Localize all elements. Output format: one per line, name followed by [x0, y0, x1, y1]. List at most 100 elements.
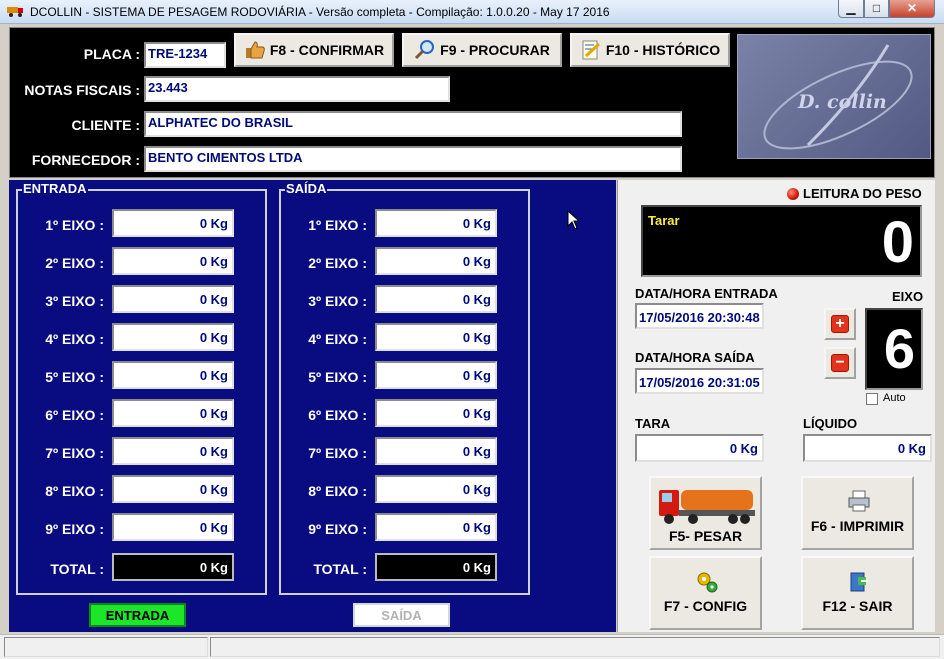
- eixo-value: 6: [883, 317, 915, 380]
- saida-axle-6-label: 6º EIXO :: [308, 407, 367, 423]
- entrada-axle-7-label: 7º EIXO :: [45, 445, 104, 461]
- entrada-datetime-field[interactable]: 17/05/2016 20:30:48: [635, 303, 764, 329]
- minus-icon: −: [831, 354, 849, 372]
- exit-door-icon: [850, 572, 868, 592]
- entrada-group-title: ENTRADA: [22, 181, 88, 196]
- saida-status-button[interactable]: SAÍDA: [353, 603, 450, 627]
- status-segment-1: [4, 637, 208, 657]
- display-value: 0: [881, 210, 914, 275]
- entrada-axle-8-field[interactable]: 0 Kg: [112, 475, 234, 503]
- window-title: DCOLLIN - SISTEMA DE PESAGEM RODOVIÁRIA …: [30, 5, 610, 19]
- placa-field[interactable]: TRE-1234: [144, 42, 226, 68]
- entrada-axle-3-label: 3º EIXO :: [45, 293, 104, 309]
- weight-display: Tarar 0: [641, 205, 922, 277]
- saida-axle-5-field[interactable]: 0 Kg: [375, 361, 497, 389]
- eixo-minus-button[interactable]: −: [824, 347, 856, 379]
- truck-app-icon: [7, 7, 23, 17]
- saida-datetime-field[interactable]: 17/05/2016 20:31:05: [635, 368, 764, 394]
- sair-button[interactable]: F12 - SAIR: [801, 556, 914, 630]
- saida-axle-4-field[interactable]: 0 Kg: [375, 323, 497, 351]
- tara-label: TARA: [635, 416, 671, 431]
- sair-label: F12 - SAIR: [822, 598, 893, 614]
- entrada-axle-9-label: 9º EIXO :: [45, 521, 104, 537]
- config-button[interactable]: F7 - CONFIG: [649, 556, 762, 630]
- saida-total-label: TOTAL :: [313, 561, 367, 577]
- truck-icon: [659, 490, 755, 524]
- fornecedor-label: FORNECEDOR :: [31, 152, 140, 168]
- saida-axle-1-label: 1º EIXO :: [308, 217, 367, 233]
- document-edit-icon: [582, 40, 600, 60]
- imprimir-button[interactable]: F6 - IMPRIMIR: [801, 476, 914, 550]
- entrada-axle-4-field[interactable]: 0 Kg: [112, 323, 234, 351]
- tara-field[interactable]: 0 Kg: [635, 434, 764, 462]
- entrada-datetime-label: DATA/HORA ENTRADA: [635, 286, 778, 301]
- notas-field[interactable]: 23.443: [144, 76, 450, 102]
- saida-datetime-label: DATA/HORA SAÍDA: [635, 350, 755, 365]
- historico-button[interactable]: F10 - HISTÓRICO: [570, 33, 730, 67]
- historico-label: F10 - HISTÓRICO: [605, 42, 721, 58]
- pesar-label: F5- PESAR: [668, 528, 743, 544]
- display-mode: Tarar: [648, 213, 680, 228]
- saida-group-title: SAÍDA: [285, 181, 328, 196]
- eixo-plus-button[interactable]: +: [824, 308, 856, 340]
- entrada-axle-9-field[interactable]: 0 Kg: [112, 513, 234, 541]
- saida-axle-8-label: 8º EIXO :: [308, 483, 367, 499]
- plus-icon: +: [831, 315, 849, 333]
- saida-axle-1-field[interactable]: 0 Kg: [375, 209, 497, 237]
- saida-axle-4-label: 4º EIXO :: [308, 331, 367, 347]
- entrada-axle-6-label: 6º EIXO :: [45, 407, 104, 423]
- entrada-status-button[interactable]: ENTRADA: [89, 603, 186, 627]
- entrada-total-label: TOTAL :: [50, 561, 104, 577]
- imprimir-label: F6 - IMPRIMIR: [810, 518, 905, 534]
- saida-axle-9-label: 9º EIXO :: [308, 521, 367, 537]
- entrada-axle-7-field[interactable]: 0 Kg: [112, 437, 234, 465]
- liquido-label: LÍQUIDO: [803, 416, 858, 431]
- saida-total-field: 0 Kg: [375, 553, 497, 581]
- minimize-button[interactable]: ▁: [838, 0, 864, 18]
- maximize-button[interactable]: □: [864, 0, 889, 18]
- status-segment-2: [210, 637, 940, 657]
- cliente-field[interactable]: ALPHATEC DO BRASIL: [144, 111, 682, 137]
- saida-axle-6-field[interactable]: 0 Kg: [375, 399, 497, 427]
- entrada-axle-1-label: 1º EIXO :: [45, 217, 104, 233]
- dcollin-logo: D. collin: [737, 34, 931, 159]
- pesar-button[interactable]: F5- PESAR: [649, 476, 762, 550]
- confirmar-label: F8 - CONFIRMAR: [269, 42, 385, 58]
- magnifier-icon: [415, 40, 435, 60]
- printer-icon: [848, 490, 870, 512]
- procurar-button[interactable]: F9 - PROCURAR: [402, 33, 562, 67]
- leitura-label: LEITURA DO PESO: [803, 186, 922, 201]
- entrada-axle-3-field[interactable]: 0 Kg: [112, 285, 234, 313]
- saida-axle-8-field[interactable]: 0 Kg: [375, 475, 497, 503]
- entrada-axle-2-field[interactable]: 0 Kg: [112, 247, 234, 275]
- fornecedor-field[interactable]: BENTO CIMENTOS LTDA: [144, 146, 682, 172]
- gears-icon: [697, 572, 718, 593]
- confirmar-button[interactable]: F8 - CONFIRMAR: [234, 33, 394, 67]
- notas-label: NOTAS FISCAIS :: [24, 82, 140, 98]
- entrada-axle-5-label: 5º EIXO :: [45, 369, 104, 385]
- entrada-axle-5-field[interactable]: 0 Kg: [112, 361, 234, 389]
- mouse-cursor-icon: [567, 210, 581, 230]
- saida-axle-7-label: 7º EIXO :: [308, 445, 367, 461]
- status-led-icon: [787, 188, 799, 200]
- eixo-label: EIXO: [892, 289, 924, 304]
- config-label: F7 - CONFIG: [663, 598, 748, 614]
- entrada-axle-1-field[interactable]: 0 Kg: [112, 209, 234, 237]
- saida-axle-3-field[interactable]: 0 Kg: [375, 285, 497, 313]
- liquido-field[interactable]: 0 Kg: [803, 434, 932, 462]
- auto-checkbox[interactable]: [866, 393, 878, 405]
- entrada-total-field: 0 Kg: [112, 553, 234, 581]
- saida-axle-7-field[interactable]: 0 Kg: [375, 437, 497, 465]
- saida-axle-2-field[interactable]: 0 Kg: [375, 247, 497, 275]
- entrada-axle-2-label: 2º EIXO :: [45, 255, 104, 271]
- close-button[interactable]: ✕: [889, 0, 935, 18]
- logo-text: D. collin: [798, 91, 887, 113]
- auto-label: Auto: [883, 392, 906, 404]
- title-bar: DCOLLIN - SISTEMA DE PESAGEM RODOVIÁRIA …: [0, 0, 944, 24]
- saida-axle-9-field[interactable]: 0 Kg: [375, 513, 497, 541]
- cliente-label: CLIENTE :: [71, 117, 140, 133]
- saida-axle-3-label: 3º EIXO :: [308, 293, 367, 309]
- procurar-label: F9 - PROCURAR: [440, 42, 550, 58]
- eixo-display: 6: [865, 308, 923, 390]
- entrada-axle-6-field[interactable]: 0 Kg: [112, 399, 234, 427]
